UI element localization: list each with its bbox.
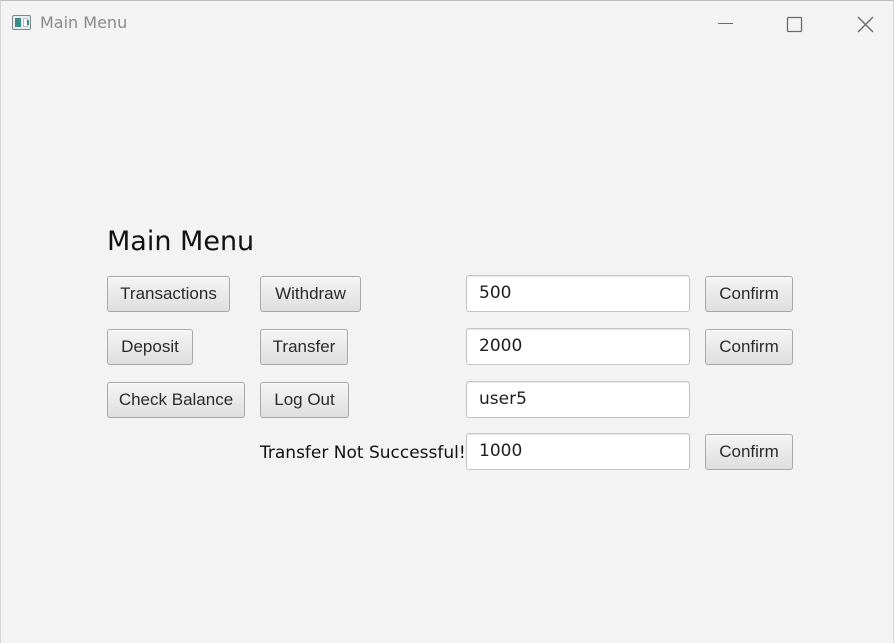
withdraw-confirm-button[interactable]: Confirm <box>705 276 793 312</box>
log-out-button[interactable]: Log Out <box>260 382 349 418</box>
deposit-button[interactable]: Deposit <box>107 329 193 365</box>
transactions-button[interactable]: Transactions <box>107 276 230 312</box>
minimize-button[interactable] <box>702 1 748 45</box>
amount-field[interactable]: 1000 <box>466 433 690 470</box>
transfer-confirm-button[interactable]: Confirm <box>705 329 793 365</box>
status-message: Transfer Not Successful! <box>260 443 466 463</box>
app-window-icon <box>12 15 31 30</box>
minimize-icon <box>718 23 733 24</box>
transfer-amount-field[interactable]: 2000 <box>466 328 690 365</box>
close-button[interactable] <box>842 1 888 45</box>
window-title: Main Menu <box>40 13 128 32</box>
transfer-button[interactable]: Transfer <box>260 329 348 365</box>
withdraw-button[interactable]: Withdraw <box>260 276 361 312</box>
main-menu-window: Main Menu Main Menu Transactions Withdra… <box>0 0 894 643</box>
maximize-icon <box>786 16 803 33</box>
page-title: Main Menu <box>107 226 255 257</box>
transfer-recipient-field[interactable]: user5 <box>466 381 690 418</box>
close-icon <box>857 16 874 33</box>
maximize-button[interactable] <box>771 1 817 45</box>
title-bar[interactable]: Main Menu <box>1 1 893 45</box>
check-balance-button[interactable]: Check Balance <box>107 382 245 418</box>
confirm-button[interactable]: Confirm <box>705 434 793 470</box>
withdraw-amount-field[interactable]: 500 <box>466 275 690 312</box>
